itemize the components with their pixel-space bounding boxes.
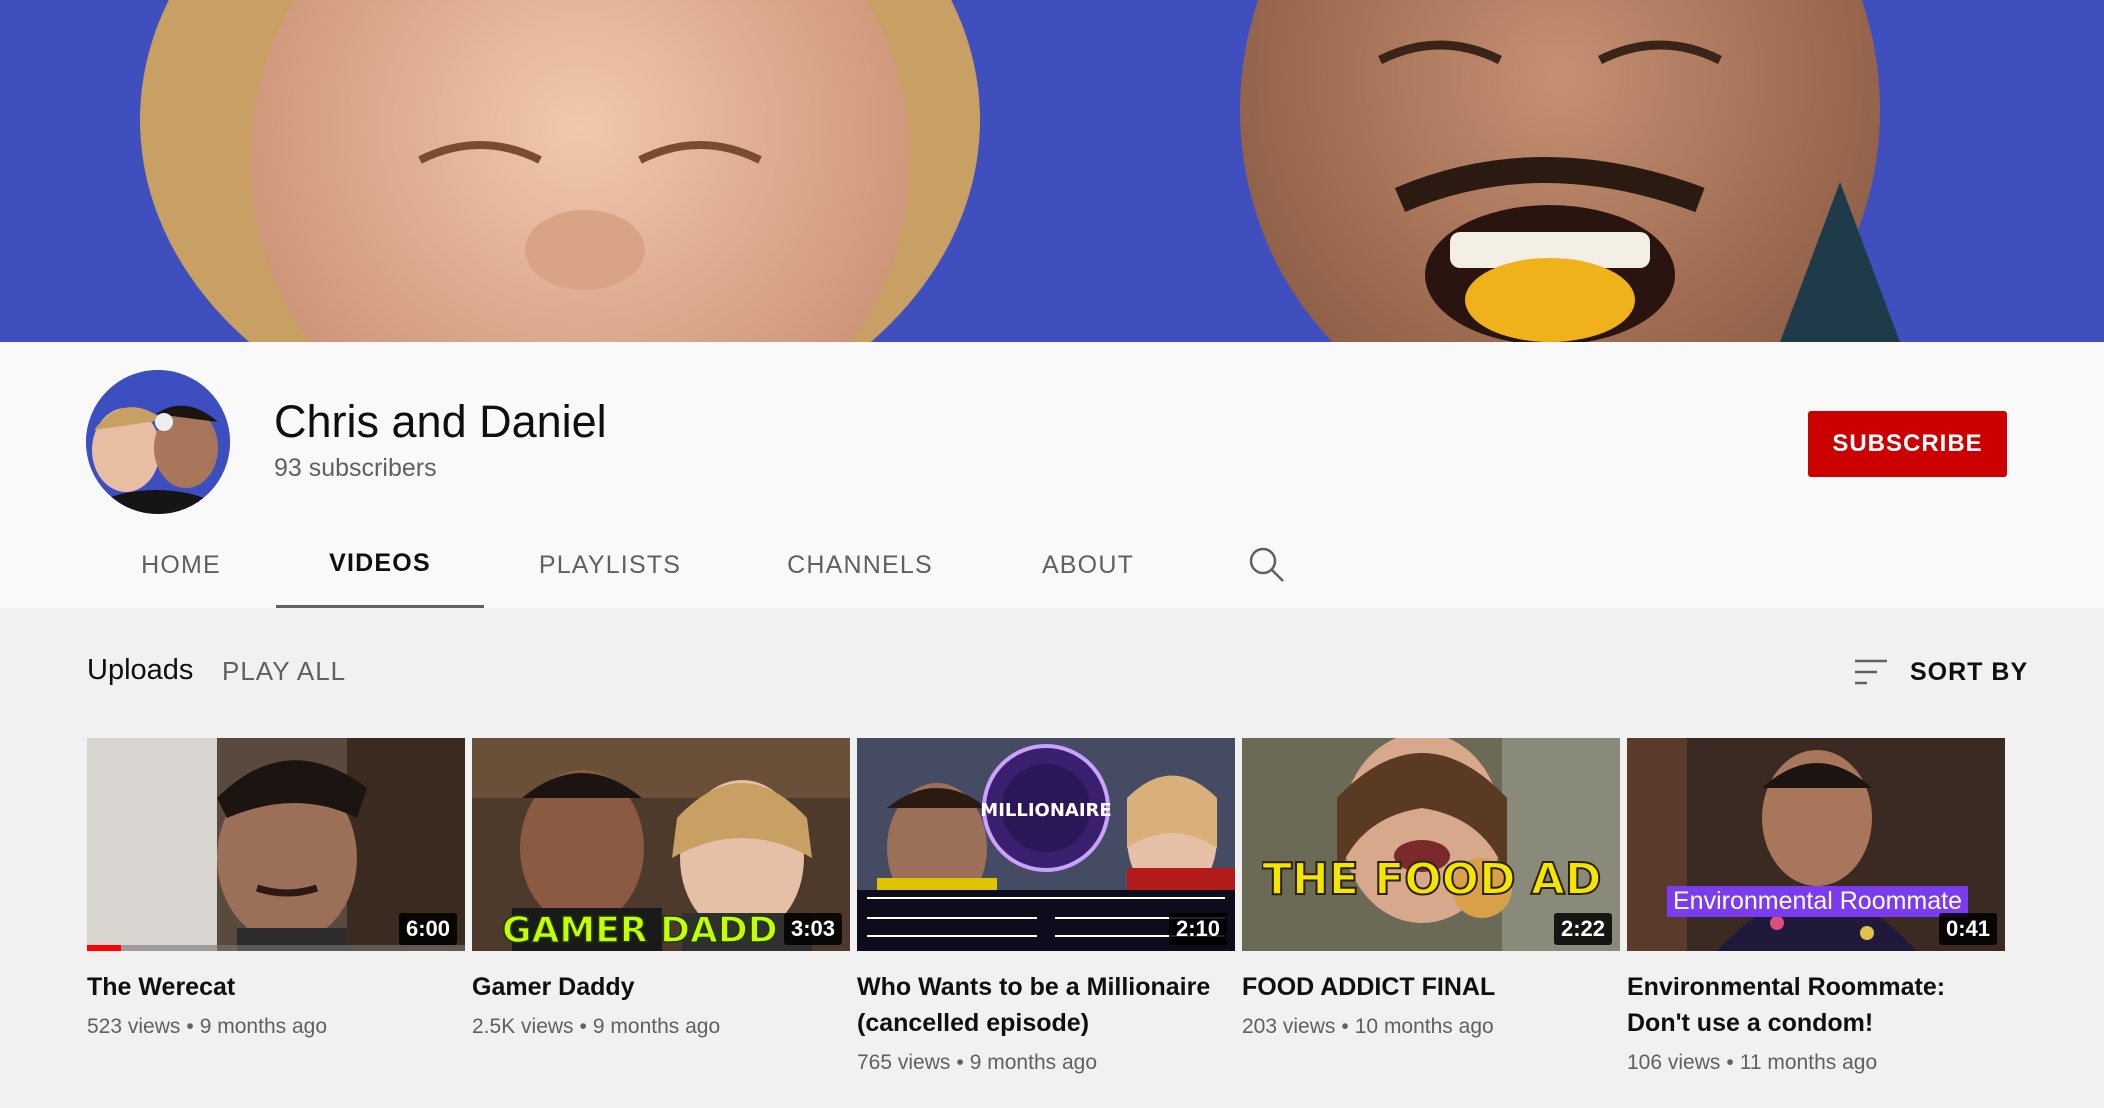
section-title: Uploads	[87, 654, 194, 686]
video-thumbnail[interactable]: THE FOOD ADDICT 2:22	[1242, 738, 1620, 951]
view-count: 765 views	[857, 1051, 951, 1074]
thumbnail-text: Environmental Roommate	[1673, 887, 1963, 915]
search-icon[interactable]	[1248, 546, 1286, 584]
upload-age: 11 months ago	[1739, 1051, 1878, 1074]
tab-about[interactable]: ABOUT	[1010, 522, 1166, 608]
view-count: 203 views	[1242, 1015, 1336, 1038]
video-thumbnail[interactable]: 6:00	[87, 738, 465, 951]
view-count: 523 views	[87, 1015, 181, 1038]
video-duration: 3:03	[783, 913, 842, 945]
upload-age: 10 months ago	[1354, 1015, 1494, 1038]
video-card: THE FOOD ADDICT 2:22 FOOD ADDICT FINAL 2…	[1242, 738, 1620, 1039]
tab-channels[interactable]: CHANNELS	[760, 522, 960, 608]
thumbnail-text: THE FOOD ADDICT	[1262, 854, 1602, 905]
video-thumbnail[interactable]: Environmental Roommate 0:41	[1627, 738, 2005, 951]
watch-progress-bar	[87, 945, 122, 951]
video-card: 6:00 The Werecat 523 views • 9 months ago	[87, 738, 465, 1039]
video-meta: 2.5K views • 9 months ago	[472, 1015, 721, 1038]
play-all-button[interactable]: PLAY ALL	[222, 656, 346, 687]
upload-age: 9 months ago	[969, 1051, 1098, 1074]
subscribe-button[interactable]: SUBSCRIBE	[1808, 411, 2007, 477]
tab-playlists[interactable]: PLAYLISTS	[510, 522, 710, 608]
thumbnail-text: GAMER DADD	[502, 910, 778, 950]
video-duration: 2:10	[1168, 913, 1227, 945]
video-meta: 203 views • 10 months ago	[1242, 1015, 1494, 1038]
video-meta: 523 views • 9 months ago	[87, 1015, 328, 1038]
video-card: Environmental Roommate 0:41 Environmenta…	[1627, 738, 2005, 1075]
video-duration: 0:41	[1938, 913, 1997, 945]
video-card: GAMER DADD 3:03 Gamer Daddy 2.5K views • 9…	[472, 738, 850, 1039]
video-title[interactable]: Who Wants to be a Millionaire (cancelled…	[857, 969, 1235, 1041]
video-title[interactable]: Gamer Daddy	[472, 969, 850, 1005]
view-count: 106 views	[1627, 1051, 1721, 1074]
video-meta: 765 views • 9 months ago	[857, 1051, 1098, 1074]
subscriber-count: 93 subscribers	[274, 454, 437, 482]
video-duration: 2:22	[1553, 913, 1612, 945]
video-title[interactable]: The Werecat	[87, 969, 465, 1005]
thumbnail-title-art: GAMER DADD	[502, 909, 778, 950]
channel-tabs: HOME VIDEOS PLAYLISTS CHANNELS ABOUT	[0, 522, 1400, 608]
video-card: MILLIONAIRE 2:10 Who Wants to be a Milli…	[857, 738, 1235, 1075]
thumbnail-text: MILLIONAIRE	[980, 800, 1111, 821]
upload-age: 9 months ago	[592, 1015, 721, 1038]
video-title[interactable]: FOOD ADDICT FINAL	[1242, 969, 1620, 1005]
tab-home[interactable]: HOME	[86, 522, 276, 608]
sort-by-label: SORT BY	[1910, 657, 2029, 686]
video-thumbnail[interactable]: GAMER DADD 3:03	[472, 738, 850, 951]
sort-by-button[interactable]: SORT BY	[1852, 650, 2028, 694]
video-duration: 6:00	[398, 913, 457, 945]
upload-age: 9 months ago	[199, 1015, 328, 1038]
tab-videos[interactable]: VIDEOS	[276, 522, 484, 608]
video-meta: 106 views • 11 months ago	[1627, 1051, 1878, 1074]
progress-track	[87, 945, 465, 951]
thumbnail-title-art: THE FOOD ADDICT	[1262, 853, 1602, 906]
thumbnail-title-art: Environmental Roommate	[1667, 886, 1969, 917]
channel-header: Chris and Daniel 93 subscribers SUBSCRIB…	[0, 342, 2104, 608]
video-thumbnail[interactable]: MILLIONAIRE 2:10	[857, 738, 1235, 951]
video-title[interactable]: Environmental Roommate: Don't use a cond…	[1627, 969, 2005, 1041]
channel-avatar[interactable]	[86, 370, 230, 514]
channel-name: Chris and Daniel	[274, 396, 607, 447]
sort-icon	[1852, 657, 1890, 687]
thumbnail-title-art: MILLIONAIRE	[980, 800, 1111, 821]
view-count: 2.5K views	[472, 1015, 574, 1038]
channel-banner	[0, 0, 2104, 342]
